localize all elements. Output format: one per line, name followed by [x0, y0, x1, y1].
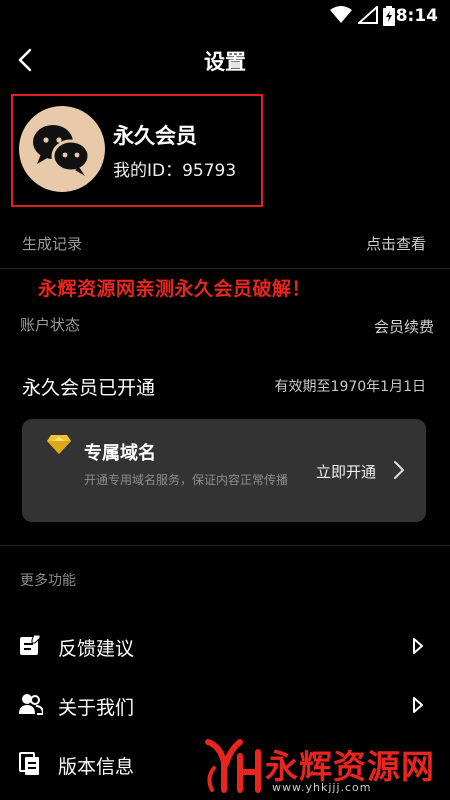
menu-item-about[interactable]: 关于我们 — [0, 683, 450, 727]
page-title: 设置 — [204, 50, 246, 74]
status-bar: 8:14 — [0, 0, 450, 32]
domain-title: 专属域名 — [84, 443, 156, 464]
menu-label-version: 版本信息 — [58, 756, 135, 778]
watermark-banner: 永辉资源网亲测永久会员破解！ — [38, 278, 312, 300]
profile-id: 我的ID：95793 — [113, 161, 237, 181]
records-view-link[interactable]: 点击查看 — [366, 233, 426, 254]
arrow-right-icon — [413, 638, 423, 654]
wechat-icon — [33, 125, 91, 176]
activate-button[interactable]: 立即开通 — [316, 461, 376, 482]
menu-label-about: 关于我们 — [58, 697, 135, 719]
wifi-icon — [330, 6, 352, 23]
section-title-more: 更多功能 — [20, 573, 76, 589]
profile-card[interactable]: 永久会员 我的ID：95793 — [11, 94, 263, 207]
membership-expiry: 有效期至1970年1月1日 — [274, 379, 426, 395]
arrow-right-icon — [413, 697, 423, 713]
site-logo-url: www.yhkjjj.com — [272, 781, 372, 794]
chevron-right-icon[interactable] — [392, 459, 406, 481]
avatar[interactable] — [19, 106, 105, 192]
profile-name: 永久会员 — [113, 124, 197, 148]
membership-status: 永久会员已开通 — [22, 377, 156, 399]
divider — [0, 268, 450, 269]
status-time: 8:14 — [395, 6, 438, 26]
menu-label-feedback: 反馈建议 — [58, 638, 135, 660]
domain-card[interactable]: 专属域名 开通专用域名服务，保证内容正常传播 立即开通 — [22, 419, 426, 522]
records-label: 生成记录 — [22, 235, 83, 253]
edit-icon — [20, 634, 41, 655]
menu-item-feedback[interactable]: 反馈建议 — [0, 624, 450, 668]
users-icon — [19, 694, 43, 715]
battery-icon — [383, 6, 395, 26]
site-logo-icon — [205, 739, 261, 793]
signal-icon — [358, 6, 378, 24]
document-icon — [19, 752, 39, 775]
domain-description: 开通专用域名服务，保证内容正常传播 — [84, 473, 289, 487]
divider — [0, 545, 450, 546]
account-status-label: 账户状态 — [20, 316, 81, 334]
diamond-icon — [47, 435, 71, 454]
header: 设置 — [0, 38, 450, 84]
renew-membership-link[interactable]: 会员续费 — [374, 316, 434, 337]
